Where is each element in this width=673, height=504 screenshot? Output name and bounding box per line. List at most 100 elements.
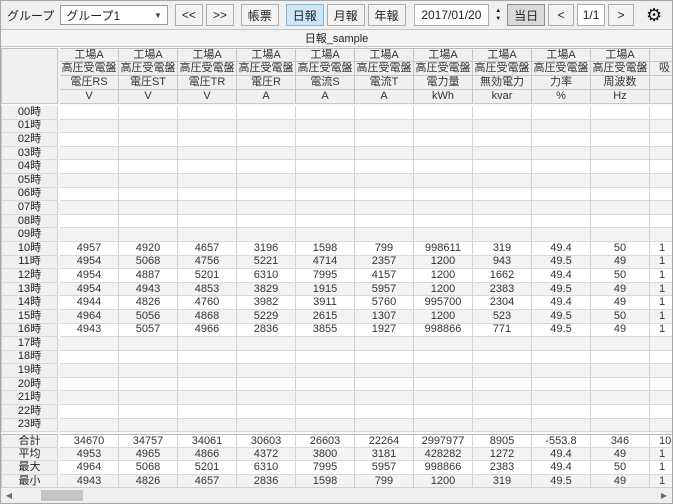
table-cell: 49.5: [532, 475, 591, 487]
prev-group-button[interactable]: <<: [174, 4, 203, 26]
table-cell: V: [119, 90, 178, 104]
table-cell: [296, 364, 355, 378]
table-cell: 49: [591, 323, 650, 338]
table-cell: 49.4: [532, 296, 591, 310]
table-cell: [650, 147, 672, 161]
settings-button[interactable]: ⚙: [640, 2, 668, 28]
table-cell: Hz: [591, 90, 650, 104]
yearly-report-button[interactable]: 年報: [367, 4, 406, 26]
table-cell: 998611: [414, 241, 473, 256]
table-cell: [296, 350, 355, 365]
table-cell: [414, 133, 473, 147]
table-cell: [355, 119, 414, 134]
daily-report-button[interactable]: 日報: [285, 4, 324, 26]
table-row: 22時: [1, 405, 672, 419]
table-cell: [60, 350, 119, 365]
table-cell: 523: [473, 309, 532, 324]
table-cell: kWh: [414, 90, 473, 104]
monthly-report-button[interactable]: 月報: [326, 4, 365, 26]
table-header-row: 高圧受電盤 高圧受電盤 高圧受電盤 高圧受電盤 高圧受電盤 高圧受電盤 高圧受電盤 高圧受電盤…: [1, 62, 672, 76]
spin-down-icon[interactable]: ▼: [492, 16, 504, 22]
row-label: 09時: [1, 228, 58, 242]
table-cell: [178, 106, 237, 120]
table-cell: [178, 391, 237, 406]
table-cell: [296, 187, 355, 202]
table-cell: 力率: [532, 76, 591, 90]
horizontal-scrollbar[interactable]: ◀ ▶: [1, 487, 672, 503]
table-cell: [355, 377, 414, 392]
scroll-right-button[interactable]: ▶: [656, 488, 672, 503]
row-label: 18時: [1, 350, 58, 365]
table-cell: [60, 391, 119, 406]
table-cell: [355, 337, 414, 351]
table-cell: 22264: [355, 434, 414, 448]
table-cell: [237, 106, 296, 120]
table-cell: [178, 133, 237, 147]
table-cell: 4964: [60, 461, 119, 476]
table-cell: [60, 214, 119, 229]
next-group-button[interactable]: >>: [205, 4, 234, 26]
table-cell: [237, 364, 296, 378]
page-next-button[interactable]: >: [608, 4, 634, 26]
table-cell: 26603: [296, 434, 355, 448]
table-cell: 工場A: [237, 48, 296, 62]
table-cell: [650, 90, 672, 104]
scrollbar-thumb[interactable]: [41, 490, 83, 501]
table-cell: 5229: [237, 309, 296, 324]
table-cell: 4953: [60, 447, 119, 462]
summary-row: 合計 34670 34757 34061 30603 26603 22264 2997977 8…: [1, 434, 672, 448]
table-cell: [591, 201, 650, 215]
row-label: 03時: [1, 146, 58, 161]
page-prev-button[interactable]: <: [548, 4, 575, 26]
group-select[interactable]: グループ1 ▼: [60, 5, 168, 25]
table-cell: 周波数: [591, 76, 650, 90]
date-input[interactable]: 2017/01/20: [413, 4, 490, 26]
table-cell: [532, 391, 591, 406]
table-cell: 799: [355, 241, 414, 256]
table-cell: 1200: [414, 475, 473, 487]
table-cell: 10: [650, 434, 672, 448]
table-cell: 4853: [178, 282, 237, 297]
table-cell: [650, 188, 672, 202]
spin-up-icon[interactable]: ▲: [492, 8, 504, 14]
table-cell: [355, 146, 414, 161]
table-cell: 5957: [355, 282, 414, 297]
table-cell: 30603: [237, 434, 296, 448]
table-cell: [296, 214, 355, 229]
table-cell: 2383: [473, 461, 532, 476]
table-cell: 4657: [178, 241, 237, 256]
table-cell: 高圧受電盤: [591, 62, 650, 76]
table-cell: [119, 405, 178, 419]
report-format-button[interactable]: 帳票: [240, 4, 279, 26]
table-cell: 49: [591, 447, 650, 462]
table-cell: [532, 187, 591, 202]
scroll-left-button[interactable]: ◀: [1, 488, 17, 503]
table-cell: 4954: [60, 255, 119, 270]
table-cell: 3196: [237, 241, 296, 256]
table-cell: [591, 228, 650, 242]
page-indicator[interactable]: 1/1: [577, 4, 605, 26]
table-cell: [60, 146, 119, 161]
table-cell: [237, 160, 296, 174]
table-cell: 電圧TR: [178, 76, 237, 90]
table-cell: 2836: [237, 323, 296, 338]
table-cell: 4868: [178, 309, 237, 324]
table-cell: 電圧ST: [119, 76, 178, 90]
table-cell: 6310: [237, 269, 296, 283]
table-cell: [591, 337, 650, 351]
table-cell: 50: [591, 461, 650, 476]
table-cell: 電流S: [296, 76, 355, 90]
table-cell: [591, 106, 650, 120]
table-cell: [650, 364, 672, 378]
table-cell: 49.5: [532, 323, 591, 338]
table-cell: [60, 173, 119, 188]
table-cell: 1: [650, 296, 672, 310]
date-spinner[interactable]: ▲ ▼: [492, 8, 504, 22]
table-cell: [178, 405, 237, 419]
today-button[interactable]: 当日: [507, 4, 546, 26]
table-cell: [237, 119, 296, 134]
table-cell: [650, 215, 672, 229]
table-row: 03時: [1, 146, 672, 161]
table-cell: 高圧受電盤: [237, 62, 296, 76]
header-corner-cell: [1, 48, 58, 62]
